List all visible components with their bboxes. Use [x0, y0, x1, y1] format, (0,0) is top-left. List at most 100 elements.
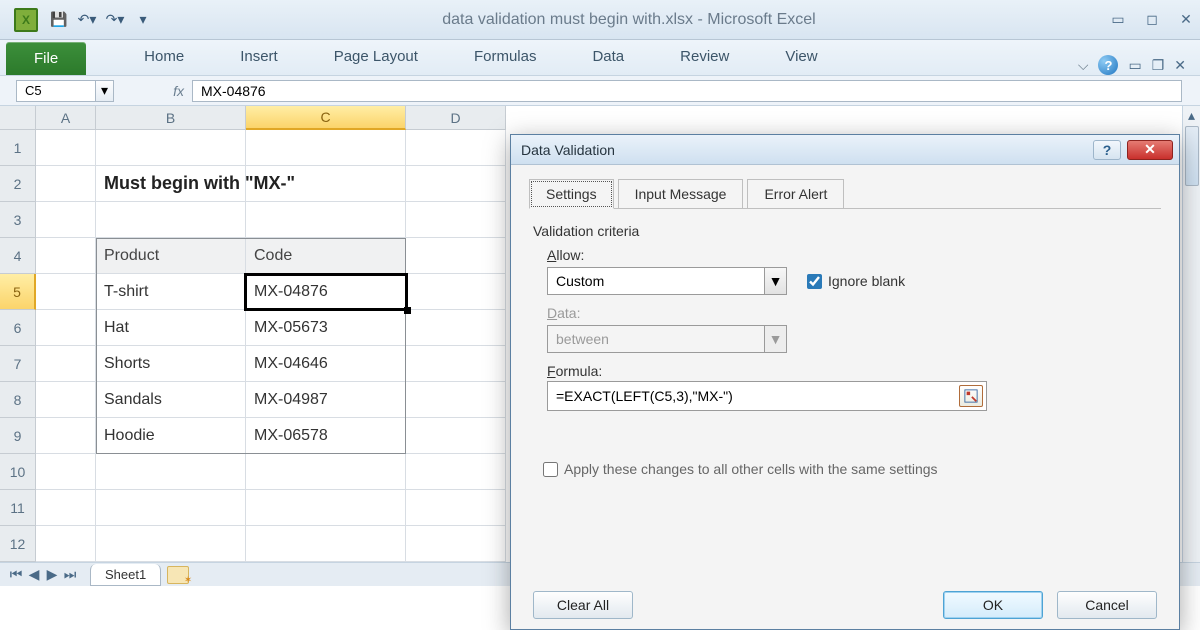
- close-icon[interactable]: ✕: [1172, 10, 1200, 30]
- cell-C3[interactable]: [246, 202, 406, 238]
- cell-C4[interactable]: Code: [246, 238, 406, 274]
- fx-icon[interactable]: fx: [173, 83, 184, 99]
- cell-A12[interactable]: [36, 526, 96, 562]
- cell-A8[interactable]: [36, 382, 96, 418]
- col-header-B[interactable]: B: [96, 106, 246, 130]
- cell-C6[interactable]: MX-05673: [246, 310, 406, 346]
- cell-B3[interactable]: [96, 202, 246, 238]
- name-box-dropdown[interactable]: ▾: [96, 80, 114, 102]
- formula-input[interactable]: =EXACT(LEFT(C5,3),"MX-"): [547, 381, 987, 411]
- row-header-5[interactable]: 5: [0, 274, 36, 310]
- tab-error-alert[interactable]: Error Alert: [747, 179, 844, 209]
- ribbon-tab-review[interactable]: Review: [652, 40, 757, 75]
- apply-all-input[interactable]: [543, 462, 558, 477]
- row-header-4[interactable]: 4: [0, 238, 36, 274]
- cell-B10[interactable]: [96, 454, 246, 490]
- cell-D8[interactable]: [406, 382, 506, 418]
- ribbon-tab-formulas[interactable]: Formulas: [446, 40, 565, 75]
- file-tab[interactable]: File: [6, 42, 86, 75]
- row-header-11[interactable]: 11: [0, 490, 36, 526]
- select-all-corner[interactable]: [0, 106, 36, 130]
- cell-A4[interactable]: [36, 238, 96, 274]
- tab-last-icon[interactable]: ⏭: [62, 566, 78, 583]
- row-header-6[interactable]: 6: [0, 310, 36, 346]
- cell-A6[interactable]: [36, 310, 96, 346]
- row-header-8[interactable]: 8: [0, 382, 36, 418]
- scroll-thumb[interactable]: [1185, 126, 1199, 186]
- cell-B8[interactable]: Sandals: [96, 382, 246, 418]
- cell-C5[interactable]: MX-04876: [246, 274, 406, 310]
- mdi-min-icon[interactable]: ▭: [1128, 57, 1141, 74]
- row-header-7[interactable]: 7: [0, 346, 36, 382]
- cell-A2[interactable]: [36, 166, 96, 202]
- cell-D1[interactable]: [406, 130, 506, 166]
- tab-prev-icon[interactable]: ◀: [26, 566, 42, 583]
- tab-nav[interactable]: ⏮ ◀ ▶ ⏭: [8, 566, 78, 583]
- cell-B12[interactable]: [96, 526, 246, 562]
- cell-C12[interactable]: [246, 526, 406, 562]
- cell-A11[interactable]: [36, 490, 96, 526]
- row-header-12[interactable]: 12: [0, 526, 36, 562]
- formula-bar[interactable]: MX-04876: [192, 80, 1182, 102]
- cancel-button[interactable]: Cancel: [1057, 591, 1157, 619]
- dialog-help-button[interactable]: ?: [1093, 140, 1121, 160]
- sheet-tab-sheet1[interactable]: Sheet1: [90, 564, 161, 586]
- range-picker-button[interactable]: [959, 385, 983, 407]
- cell-B5[interactable]: T-shirt: [96, 274, 246, 310]
- col-header-C[interactable]: C: [246, 106, 406, 130]
- apply-all-checkbox[interactable]: Apply these changes to all other cells w…: [543, 461, 1161, 477]
- ignore-blank-checkbox[interactable]: Ignore blank: [807, 273, 905, 289]
- ribbon-tab-view[interactable]: View: [757, 40, 845, 75]
- cell-A9[interactable]: [36, 418, 96, 454]
- qat-save[interactable]: 💾: [48, 9, 70, 31]
- cell-C7[interactable]: MX-04646: [246, 346, 406, 382]
- ok-button[interactable]: OK: [943, 591, 1043, 619]
- cell-C11[interactable]: [246, 490, 406, 526]
- mdi-restore-icon[interactable]: ❐: [1152, 57, 1165, 74]
- cell-A3[interactable]: [36, 202, 96, 238]
- name-box[interactable]: C5: [16, 80, 96, 102]
- mdi-close-icon[interactable]: ✕: [1174, 57, 1186, 74]
- clear-all-button[interactable]: Clear All: [533, 591, 633, 619]
- cell-D10[interactable]: [406, 454, 506, 490]
- cell-A1[interactable]: [36, 130, 96, 166]
- cell-D6[interactable]: [406, 310, 506, 346]
- dialog-titlebar[interactable]: Data Validation ? ✕: [511, 135, 1179, 165]
- dialog-close-button[interactable]: ✕: [1127, 140, 1173, 160]
- cell-D9[interactable]: [406, 418, 506, 454]
- tab-settings[interactable]: Settings: [529, 179, 614, 209]
- cell-D7[interactable]: [406, 346, 506, 382]
- cell-B2[interactable]: Must begin with "MX-": [96, 166, 246, 202]
- cell-D4[interactable]: [406, 238, 506, 274]
- cell-D12[interactable]: [406, 526, 506, 562]
- ribbon-tab-data[interactable]: Data: [564, 40, 652, 75]
- qat-redo[interactable]: ↷▾: [104, 9, 126, 31]
- tab-first-icon[interactable]: ⏮: [8, 566, 24, 583]
- cell-D2[interactable]: [406, 166, 506, 202]
- allow-combo[interactable]: Custom ▼: [547, 267, 787, 295]
- col-header-A[interactable]: A: [36, 106, 96, 130]
- cell-A10[interactable]: [36, 454, 96, 490]
- tab-input-message[interactable]: Input Message: [618, 179, 744, 209]
- cell-B11[interactable]: [96, 490, 246, 526]
- cell-B6[interactable]: Hat: [96, 310, 246, 346]
- col-header-D[interactable]: D: [406, 106, 506, 130]
- cell-D5[interactable]: [406, 274, 506, 310]
- scroll-up-icon[interactable]: ▴: [1183, 106, 1200, 124]
- cell-C9[interactable]: MX-06578: [246, 418, 406, 454]
- row-header-3[interactable]: 3: [0, 202, 36, 238]
- minimize-icon[interactable]: ▭: [1104, 10, 1132, 30]
- row-header-2[interactable]: 2: [0, 166, 36, 202]
- tab-next-icon[interactable]: ▶: [44, 566, 60, 583]
- cell-D11[interactable]: [406, 490, 506, 526]
- cell-B7[interactable]: Shorts: [96, 346, 246, 382]
- cell-B1[interactable]: [96, 130, 246, 166]
- ribbon-tab-insert[interactable]: Insert: [212, 40, 306, 75]
- help-icon[interactable]: ?: [1098, 55, 1118, 75]
- fill-handle[interactable]: [404, 307, 411, 314]
- row-header-1[interactable]: 1: [0, 130, 36, 166]
- ribbon-tab-home[interactable]: Home: [116, 40, 212, 75]
- qat-customize[interactable]: ▾: [132, 9, 154, 31]
- cell-C8[interactable]: MX-04987: [246, 382, 406, 418]
- row-header-9[interactable]: 9: [0, 418, 36, 454]
